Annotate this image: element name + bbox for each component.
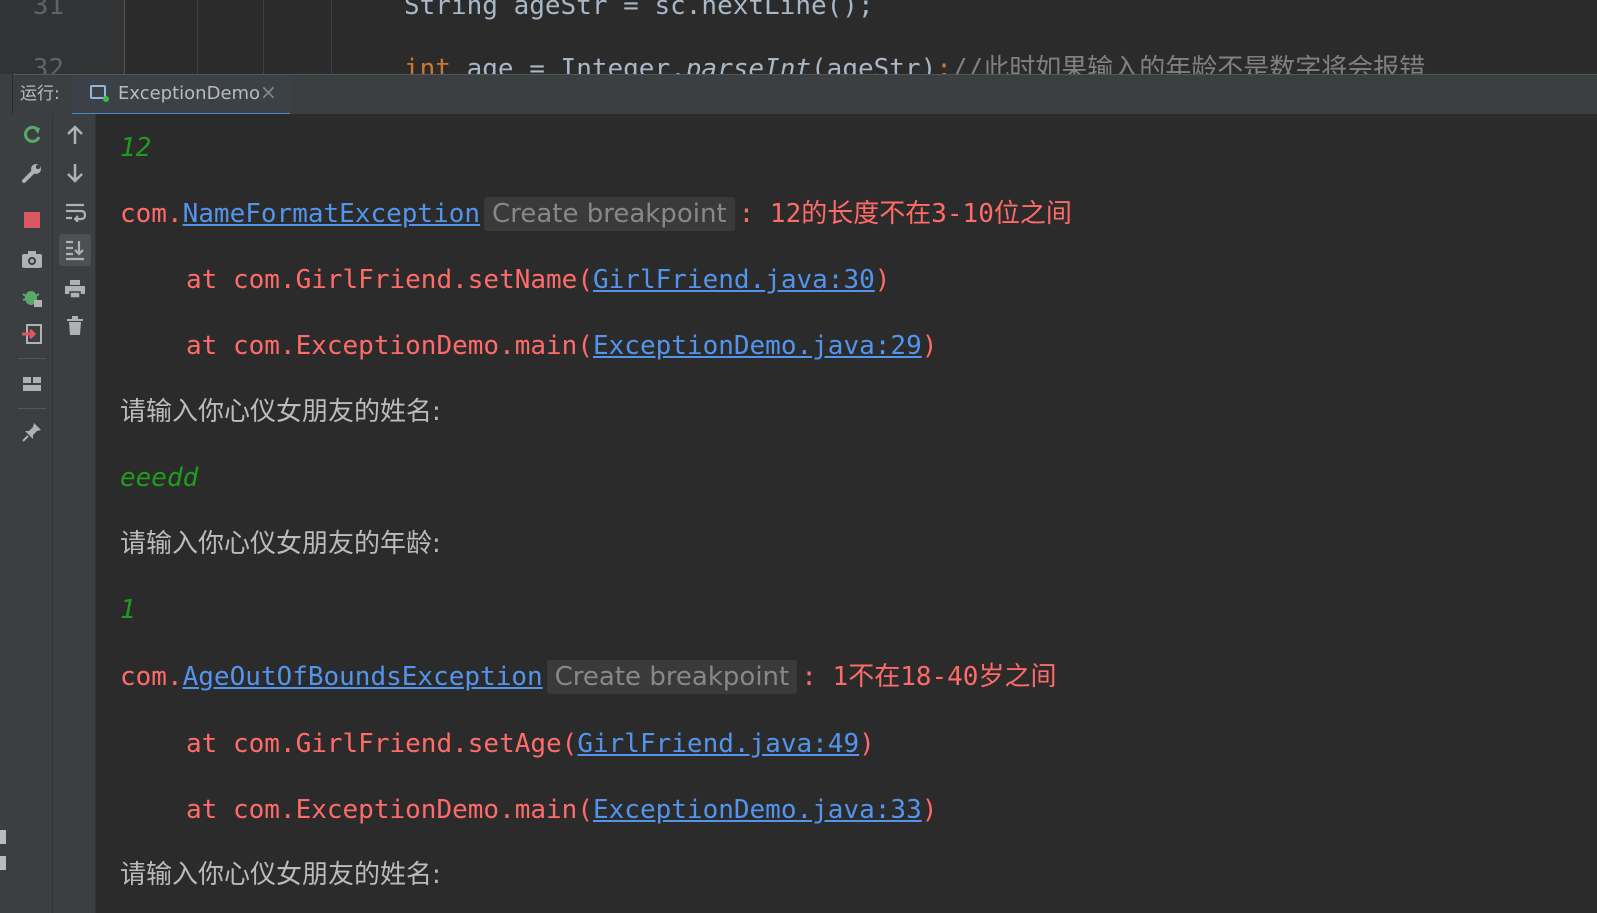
console-prompt-line: 请输入你心仪女朋友的姓名: (120, 397, 441, 427)
edge-marker (0, 856, 6, 870)
scroll-to-end-icon[interactable] (59, 234, 91, 266)
debug-icon[interactable] (17, 282, 47, 312)
exception-class-link[interactable]: NameFormatException (183, 199, 480, 229)
wrench-icon[interactable] (17, 158, 47, 188)
print-icon[interactable] (60, 274, 90, 304)
code-text: (ageStr) (811, 54, 937, 74)
line-number-gutter: 31 32 (12, 0, 125, 74)
run-toolwindow-header: 运行: ExceptionDemo × (12, 74, 1597, 116)
trace-suffix: ) (859, 729, 875, 759)
stack-trace-line: at com.ExceptionDemo.main(ExceptionDemo.… (120, 329, 937, 363)
exception-prefix: com. (120, 662, 183, 692)
rerun-icon[interactable] (17, 120, 47, 150)
run-toolbar-primary (12, 114, 53, 913)
code-text: age = Integer. (450, 54, 686, 74)
indent-guide (197, 0, 198, 74)
stack-trace-line: at com.GirlFriend.setName(GirlFriend.jav… (120, 263, 890, 297)
pin-icon[interactable] (17, 417, 47, 447)
create-breakpoint-hint[interactable]: Create breakpoint (484, 197, 735, 231)
console-exception-line: com.NameFormatException Create breakpoint… (120, 197, 1072, 231)
source-link[interactable]: ExceptionDemo.java:33 (593, 795, 922, 825)
trash-icon[interactable] (60, 311, 90, 341)
toolbar-separator (18, 358, 46, 359)
console-prompt-line: 请输入你心仪女朋友的姓名: (120, 860, 441, 890)
code-semicolon: ; (936, 54, 952, 74)
code-text: String ageStr = sc.nextLine(); (404, 0, 874, 21)
trace-suffix: ) (874, 265, 891, 295)
console-output[interactable]: 12 com.NameFormatException Create breakpo… (96, 114, 1597, 913)
trace-suffix: ) (921, 331, 938, 361)
exit-icon[interactable] (17, 319, 47, 349)
arrow-up-icon[interactable] (60, 120, 90, 150)
console-prompt-line: 请输入你心仪女朋友的年龄: (120, 529, 441, 559)
console-input-line: 1 (120, 595, 136, 625)
run-toolbar-secondary (53, 114, 96, 913)
stop-icon[interactable] (17, 205, 47, 235)
edge-marker (0, 830, 6, 844)
create-breakpoint-hint[interactable]: Create breakpoint (546, 660, 798, 694)
source-link[interactable]: ExceptionDemo.java:29 (593, 331, 922, 361)
stack-trace-line: at com.ExceptionDemo.main(ExceptionDemo.… (120, 793, 937, 827)
code-line[interactable]: int age = Integer.parseInt(ageStr);//此时如… (404, 54, 1425, 74)
console-input-line: 12 (120, 133, 152, 163)
close-icon[interactable]: × (260, 81, 277, 103)
exception-prefix: com. (120, 199, 183, 229)
source-link[interactable]: GirlFriend.java:30 (593, 265, 875, 295)
toolbar-separator (18, 408, 46, 409)
arrow-down-icon[interactable] (60, 158, 90, 188)
tab-label: ExceptionDemo (118, 83, 261, 104)
indent-guide (263, 0, 264, 74)
stack-trace-line: at com.GirlFriend.setAge(GirlFriend.java… (120, 727, 875, 761)
source-link[interactable]: GirlFriend.java:49 (577, 729, 859, 759)
soft-wrap-icon[interactable] (60, 197, 90, 227)
run-panel-title: 运行: (20, 84, 60, 104)
trace-prefix: at com.GirlFriend.setAge( (186, 729, 578, 759)
camera-icon[interactable] (17, 244, 47, 274)
tab-exception-demo[interactable]: ExceptionDemo × (72, 75, 290, 116)
layout-icon[interactable] (17, 369, 47, 399)
code-keyword: int (404, 54, 451, 74)
code-method: parseInt (685, 54, 812, 74)
console-input-line: eeedd (120, 463, 199, 493)
console-icon (90, 85, 109, 102)
exception-class-link[interactable]: AgeOutOfBoundsException (183, 662, 543, 692)
line-number: 31 (32, 0, 64, 21)
trace-suffix: ) (921, 795, 938, 825)
exception-message: : 12的长度不在3-10位之间 (738, 199, 1072, 229)
indent-guide (331, 0, 332, 74)
code-line[interactable]: String ageStr = sc.nextLine(); (404, 0, 874, 21)
console-exception-line: com.AgeOutOfBoundsException Create breakp… (120, 660, 1056, 694)
exception-message: : 1不在18-40岁之间 (801, 662, 1057, 692)
trace-prefix: at com.ExceptionDemo.main( (186, 331, 593, 361)
code-comment: //此时如果输入的年龄不是数字将会报错 (951, 54, 1426, 74)
line-number: 32 (32, 54, 64, 74)
code-editor[interactable]: 31 32 String ageStr = sc.nextLine(); int… (0, 0, 1597, 74)
trace-prefix: at com.GirlFriend.setName( (186, 265, 593, 295)
trace-prefix: at com.ExceptionDemo.main( (186, 795, 593, 825)
